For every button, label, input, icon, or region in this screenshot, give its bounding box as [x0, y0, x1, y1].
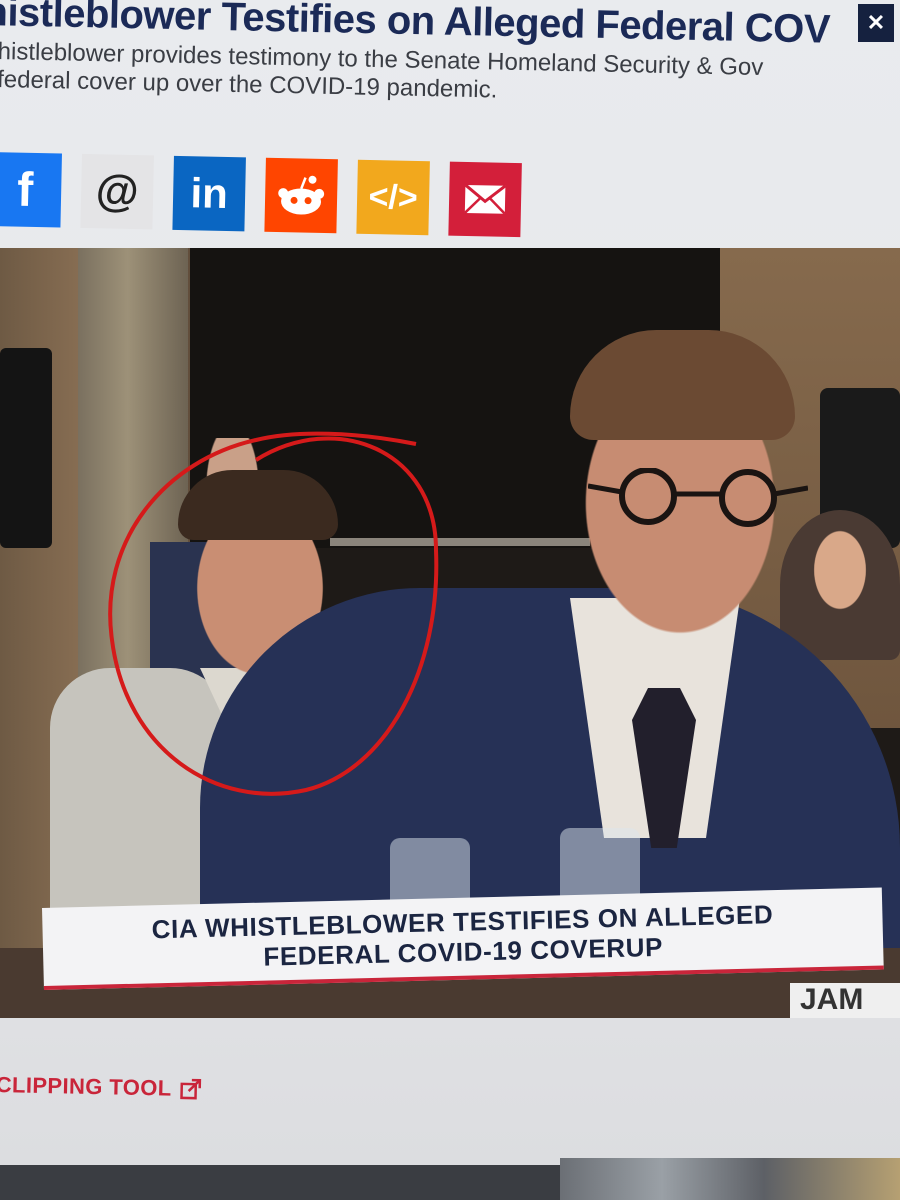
clipping-tool-label: CLIPPING TOOL: [0, 1072, 172, 1101]
reddit-icon: [278, 175, 325, 215]
clipping-tool-link[interactable]: CLIPPING TOOL: [0, 1072, 202, 1102]
browser-page: histleblower Testifies on Alleged Federa…: [0, 0, 900, 1165]
close-button[interactable]: ✕: [858, 4, 894, 42]
linkedin-icon: in: [190, 169, 229, 217]
threads-share-button[interactable]: @: [80, 153, 154, 230]
linkedin-share-button[interactable]: in: [172, 155, 246, 232]
embed-code-icon: </>: [368, 177, 419, 217]
reddit-share-button[interactable]: [264, 157, 338, 234]
close-icon: ✕: [866, 10, 886, 35]
desk-background: [560, 1158, 900, 1200]
camera-left: [0, 348, 52, 548]
video-player[interactable]: JAM CIA WHISTLEBLOWER TESTIFIES ON ALLEG…: [0, 248, 900, 1018]
facebook-icon: f: [16, 163, 34, 217]
witness-glasses: [588, 468, 808, 527]
mail-icon: [463, 183, 507, 215]
embed-share-button[interactable]: </>: [356, 159, 430, 236]
facebook-share-button[interactable]: f: [0, 152, 62, 228]
red-annotation-circle: [108, 431, 439, 796]
threads-icon: @: [95, 166, 140, 217]
external-link-icon: [180, 1078, 202, 1100]
email-share-button[interactable]: [448, 161, 522, 238]
nameplate: JAM: [790, 983, 900, 1018]
share-bar: f @ in </>: [0, 152, 522, 238]
